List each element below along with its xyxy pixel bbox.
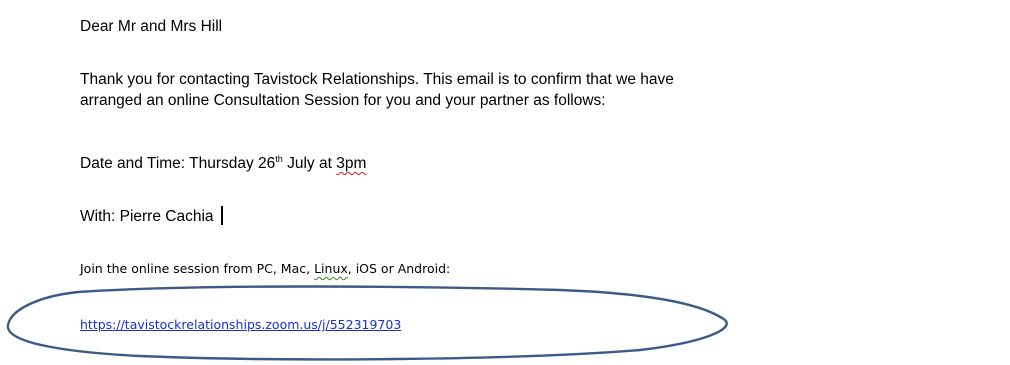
join-instructions: Join the online session from PC, Mac, Li… bbox=[80, 260, 450, 278]
join-suffix: , iOS or Android: bbox=[347, 261, 451, 276]
datetime-middle: July at bbox=[282, 155, 337, 172]
datetime-ordinal-suffix: th bbox=[275, 153, 283, 164]
datetime-prefix: Date and Time: Thursday 26 bbox=[80, 155, 276, 172]
highlight-ellipse bbox=[6, 285, 728, 361]
datetime-line: Date and Time: Thursday 26th July at 3pm bbox=[80, 153, 366, 174]
body-paragraph-line-1: Thank you for contacting Tavistock Relat… bbox=[80, 71, 674, 88]
body-paragraph-line-2: arranged an online Consultation Session … bbox=[80, 92, 606, 109]
join-linux: Linux bbox=[314, 261, 348, 276]
greeting-line: Dear Mr and Mrs Hill bbox=[80, 18, 223, 35]
with-line: With: Pierre Cachia bbox=[80, 206, 223, 227]
meeting-link-line: https://tavistockrelationships.zoom.us/j… bbox=[80, 316, 401, 334]
datetime-time: 3pm bbox=[336, 155, 367, 172]
meeting-link[interactable]: https://tavistockrelationships.zoom.us/j… bbox=[80, 317, 401, 332]
with-text: With: Pierre Cachia bbox=[80, 208, 214, 225]
text-cursor bbox=[220, 206, 223, 225]
join-prefix: Join the online session from PC, Mac, bbox=[80, 261, 315, 276]
email-document: Dear Mr and Mrs Hill Thank you for conta… bbox=[0, 0, 1010, 365]
